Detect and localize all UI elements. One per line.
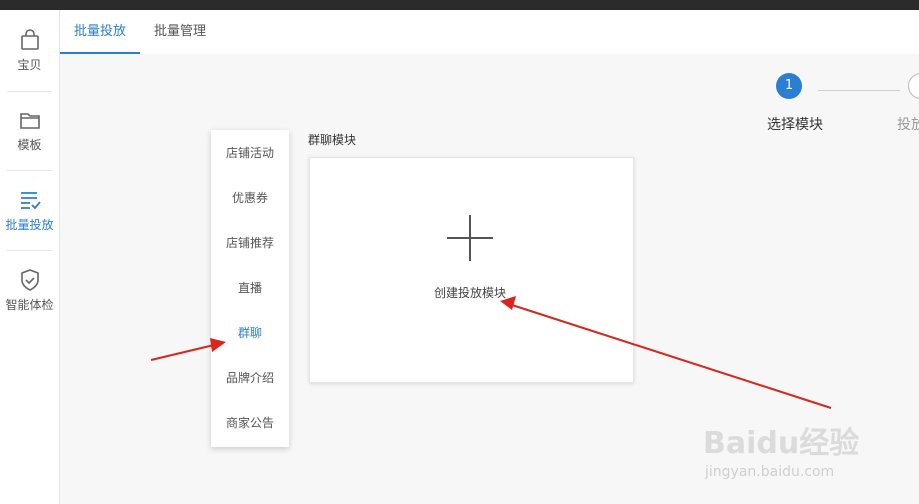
step-connector xyxy=(818,90,900,91)
rail-item-baobei[interactable]: 宝贝 xyxy=(0,28,59,100)
rail-divider xyxy=(7,91,52,92)
rail-item-label: 智能体检 xyxy=(5,298,54,312)
bag-icon xyxy=(20,29,39,50)
list-check-icon xyxy=(20,192,41,210)
category-store-activity[interactable]: 店铺活动 xyxy=(211,131,289,176)
folder-icon xyxy=(19,113,40,129)
tab-batch-manage[interactable]: 批量管理 xyxy=(140,10,220,54)
watermark: Baidu经验 jingyan.baidu.com xyxy=(703,408,903,488)
category-brand-intro[interactable]: 品牌介绍 xyxy=(211,356,289,401)
tab-batch-deploy[interactable]: 批量投放 xyxy=(60,10,140,54)
category-group-chat[interactable]: 群聊 xyxy=(211,311,289,356)
plus-icon xyxy=(469,215,471,261)
module-section-title: 群聊模块 xyxy=(308,133,357,147)
create-module-card[interactable] xyxy=(309,157,634,383)
tab-bar: 批量投放 批量管理 xyxy=(60,10,919,54)
watermark-logo: Baidu经验 xyxy=(703,426,860,461)
step-2-indicator xyxy=(908,73,919,99)
step-2-label: 投放 xyxy=(897,117,919,133)
rail-item-label: 批量投放 xyxy=(5,218,54,232)
step-1-label: 选择模块 xyxy=(767,117,823,133)
step-1-indicator: 1 xyxy=(776,73,802,99)
arrow-to-group-chat xyxy=(150,344,215,361)
window-top-bar xyxy=(0,0,919,10)
module-category-menu: 店铺活动 优惠券 店铺推荐 直播 群聊 品牌介绍 商家公告 xyxy=(211,130,289,447)
category-store-recommend[interactable]: 店铺推荐 xyxy=(211,221,289,266)
rail-divider xyxy=(7,250,52,251)
left-rail: 宝贝 模板 批量投放 智能体检 xyxy=(0,10,60,504)
rail-item-label: 模板 xyxy=(17,138,42,152)
rail-divider xyxy=(7,170,52,171)
rail-item-smart-check[interactable]: 智能体检 xyxy=(0,268,59,340)
shield-check-icon xyxy=(20,269,39,291)
category-live[interactable]: 直播 xyxy=(211,266,289,311)
rail-item-label: 宝贝 xyxy=(17,58,42,72)
category-merchant-notice[interactable]: 商家公告 xyxy=(211,401,289,446)
category-coupon[interactable]: 优惠券 xyxy=(211,176,289,221)
create-module-label: 创建投放模块 xyxy=(434,286,507,300)
watermark-url: jingyan.baidu.com xyxy=(705,464,835,480)
